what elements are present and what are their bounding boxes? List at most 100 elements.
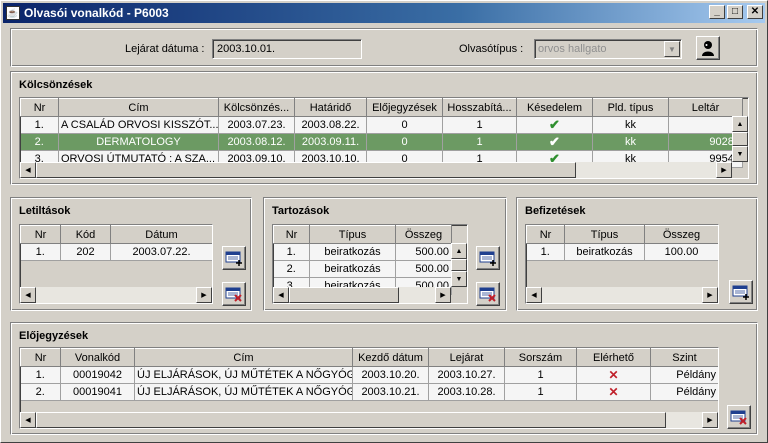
scroll-down-icon[interactable]: ▼ [451,271,467,287]
table-row[interactable]: 2. 00019041 ÚJ ELJÁRÁSOK, ÚJ MŰTÉTEK A N… [20,383,718,401]
debts-horizontal-scrollbar[interactable]: ◀ ▶ [273,287,451,303]
cell-extensions: 1 [442,116,517,134]
col-start-date[interactable]: Kezdő dátum [352,348,429,367]
add-ban-button[interactable] [222,246,246,270]
delete-record-icon [479,287,496,302]
col-title[interactable]: Cím [58,98,219,117]
col-type[interactable]: Típus [309,225,396,244]
table-row[interactable]: 1. A CSALÁD ORVOSI KISSZÓT... 2003.07.23… [20,116,743,134]
col-available[interactable]: Elérhető [576,348,651,367]
col-copy-type[interactable]: Pld. típus [592,98,669,117]
table-row[interactable]: 2. beiratkozás 500.00 [273,260,452,278]
scroll-left-icon[interactable]: ◀ [273,287,289,303]
col-level[interactable]: Szint [650,348,718,367]
col-due-date[interactable]: Határidő [294,98,367,117]
table-row[interactable]: 1. beiratkozás 100.00 [526,243,718,261]
loans-horizontal-scrollbar[interactable]: ◀ ▶ [20,162,732,178]
payments-horizontal-scrollbar[interactable]: ◀ ▶ [526,287,718,303]
bans-title: Letiltások [19,205,71,217]
col-nr[interactable]: Nr [526,225,565,244]
scroll-up-icon[interactable]: ▲ [732,116,748,132]
cell-title: DERMATOLOGY [58,133,219,151]
col-title[interactable]: Cím [134,348,353,367]
debts-table: Nr Típus Összeg 1. beiratkozás 500.00 2.… [272,224,468,304]
col-sequence[interactable]: Sorszám [504,348,577,367]
minimize-button[interactable]: _ [709,5,725,19]
reservations-title: Előjegyzések [19,330,89,342]
reader-type-select[interactable]: orvos hallgato ▼ [534,39,682,59]
scroll-left-icon[interactable]: ◀ [526,287,542,303]
cell-barcode: 00019041 [60,383,135,401]
payments-panel: Befizetések Nr Típus Összeg 1. beiratkoz… [516,197,758,311]
close-button[interactable]: ✕ [747,5,763,19]
payments-table: Nr Típus Összeg 1. beiratkozás 100.00 ◀ … [525,224,719,304]
chevron-down-icon[interactable]: ▼ [664,41,680,57]
debts-vertical-scrollbar[interactable]: ▲ ▼ [451,243,467,287]
reservations-horizontal-scrollbar[interactable]: ◀ ▶ [20,412,718,428]
col-nr[interactable]: Nr [20,98,59,117]
scroll-right-icon[interactable]: ▶ [702,412,718,428]
col-expiry[interactable]: Lejárat [428,348,505,367]
scroll-thumb[interactable] [36,412,666,428]
payments-title: Befizetések [525,205,586,217]
window-title: Olvasói vonalkód - P6003 [24,6,169,20]
scroll-left-icon[interactable]: ◀ [20,162,36,178]
bans-horizontal-scrollbar[interactable]: ◀ ▶ [20,287,212,303]
cell-nr: 1. [20,366,61,384]
scroll-right-icon[interactable]: ▶ [196,287,212,303]
col-amount[interactable]: Összeg [395,225,452,244]
cell-start-date: 2003.10.20. [352,366,429,384]
col-delay[interactable]: Késedelem [516,98,593,117]
col-extensions[interactable]: Hosszabítá... [442,98,517,117]
table-row-selected[interactable]: 2. DERMATOLOGY 2003.08.12. 2003.09.11. 0… [20,133,743,151]
maximize-button[interactable]: □ [727,5,743,19]
cross-icon: ✕ [576,366,651,384]
col-barcode[interactable]: Vonalkód [60,348,135,367]
table-row[interactable]: 1. 202 2003.07.22. [20,243,212,261]
scroll-thumb[interactable] [732,132,748,146]
reader-profile-button[interactable] [696,36,720,60]
delete-debt-button[interactable] [476,282,500,306]
col-inventory[interactable]: Leltár [668,98,743,117]
scroll-up-icon[interactable]: ▲ [451,243,467,259]
cell-loan-date: 2003.08.12. [218,133,295,151]
cell-title: ÚJ ELJÁRÁSOK, ÚJ MŰTÉTEK A NŐGYÓG... [134,383,353,401]
cell-nr: 2. [20,383,61,401]
loans-vertical-scrollbar[interactable]: ▲ ▼ [732,116,748,162]
add-debt-button[interactable] [476,246,500,270]
col-nr[interactable]: Nr [20,225,61,244]
scroll-down-icon[interactable]: ▼ [732,146,748,162]
col-date[interactable]: Dátum [110,225,212,244]
title-bar[interactable]: ☕ Olvasói vonalkód - P6003 _ □ ✕ [3,3,765,23]
col-code[interactable]: Kód [60,225,111,244]
table-row[interactable]: 1. 00019042 ÚJ ELJÁRÁSOK, ÚJ MŰTÉTEK A N… [20,366,718,384]
delete-ban-button[interactable] [222,282,246,306]
scroll-left-icon[interactable]: ◀ [20,287,36,303]
cell-code: 202 [60,243,111,261]
col-nr[interactable]: Nr [20,348,61,367]
person-icon [702,41,714,56]
cell-nr: 1. [20,243,61,261]
check-icon: ✔ [516,116,593,134]
scroll-left-icon[interactable]: ◀ [20,412,36,428]
delete-reservation-button[interactable] [727,405,751,429]
col-reservations[interactable]: Előjegyzések [366,98,443,117]
scroll-right-icon[interactable]: ▶ [702,287,718,303]
loans-panel: Kölcsönzések Nr Cím Kölcsönzés... Határi… [10,71,758,185]
cell-due-date: 2003.09.11. [294,133,367,151]
scroll-thumb[interactable] [289,287,399,303]
col-type[interactable]: Típus [564,225,645,244]
loans-title: Kölcsönzések [19,79,93,91]
cell-sequence: 1 [504,366,577,384]
add-payment-button[interactable] [729,280,753,304]
scroll-thumb[interactable] [451,259,467,271]
scroll-right-icon[interactable]: ▶ [716,162,732,178]
expiry-date-field[interactable]: 2003.10.01. [212,39,362,59]
table-row[interactable]: 1. beiratkozás 500.00 [273,243,452,261]
col-amount[interactable]: Összeg [644,225,718,244]
scroll-right-icon[interactable]: ▶ [435,287,451,303]
col-nr[interactable]: Nr [273,225,310,244]
debts-title: Tartozások [272,205,330,217]
col-loan-date[interactable]: Kölcsönzés... [218,98,295,117]
scroll-thumb[interactable] [36,162,576,178]
